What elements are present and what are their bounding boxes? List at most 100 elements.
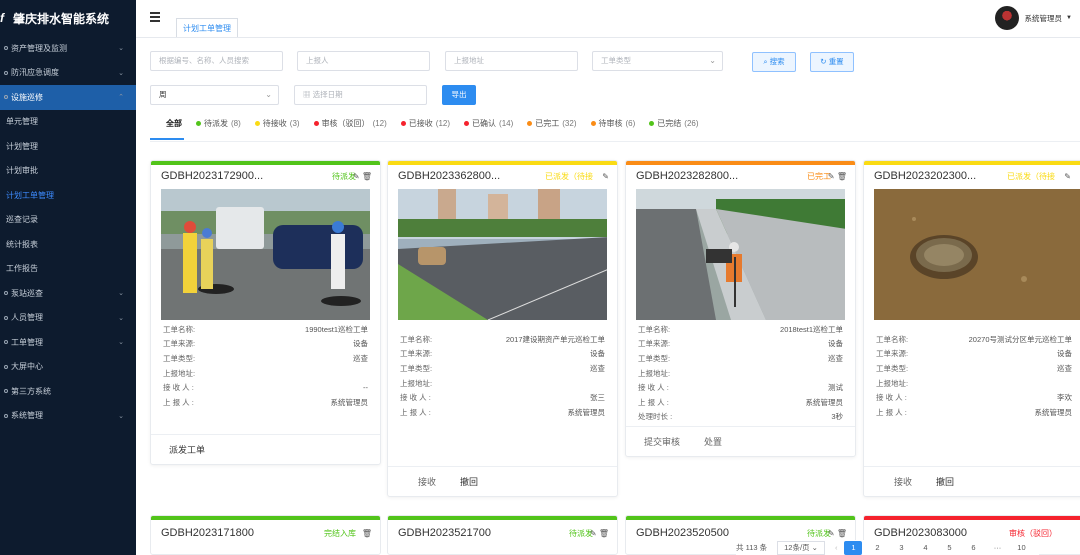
sidebar-item-label: 资产管理及监测	[11, 43, 67, 53]
receive-button[interactable]: 接收	[418, 475, 436, 488]
period-select[interactable]: 周 ⌄	[150, 85, 279, 105]
app-logo-icon: f	[0, 11, 4, 25]
status-dot-icon	[649, 120, 655, 126]
withdraw-button[interactable]: 撤回	[460, 475, 478, 488]
search-button-label: 搜索	[769, 57, 785, 66]
sidebar-item[interactable]: 计划工单管理	[0, 183, 136, 208]
chevron-down-icon: ▼	[1066, 15, 1072, 21]
type-value: 巡查	[828, 353, 843, 363]
date-picker[interactable]: ▦ 选择日期	[294, 85, 427, 105]
workorder-card[interactable]: GDBH2023172900... 待派发 ✎ 🗑 工单名称: 1990test1…	[150, 160, 381, 465]
reset-button-label: 重置	[828, 57, 844, 66]
export-button[interactable]: 导出	[442, 85, 476, 105]
status-tab-label: 待审核	[598, 118, 623, 128]
topbar: 计划工单管理 系统管理员 ▼	[136, 0, 1080, 38]
receive-button[interactable]: 接收	[894, 475, 912, 488]
page-button[interactable]: 2	[868, 541, 886, 555]
sidebar-item-label: 计划工单管理	[6, 190, 54, 200]
card-header: GDBH2023172900... 待派发 ✎ 🗑	[151, 165, 380, 187]
status-tab[interactable]: 待派发 (8)	[196, 116, 241, 130]
address-input[interactable]: 上报地址	[445, 51, 578, 71]
workorder-card[interactable]: GDBH2023362800... 已派发（待接 ✎ 工单名称: 2017建设期资…	[387, 160, 618, 497]
workorder-code: GDBH2023362800...	[398, 170, 501, 182]
page-button[interactable]: ···	[988, 541, 1006, 555]
name-value: 2017建设期资产单元巡检工单	[505, 334, 605, 344]
status-tab[interactable]: 已完工 (32)	[527, 116, 577, 130]
status-tab[interactable]: 审核（驳回） (12)	[313, 116, 387, 130]
receiver-value: 张三	[590, 393, 605, 403]
status-tab[interactable]: 待审核 (6)	[590, 116, 635, 130]
status-tab-count: (26)	[684, 118, 699, 128]
sidebar-item[interactable]: 设施巡修 ⌃	[0, 85, 136, 110]
edit-delete-icons[interactable]: ✎ 🗑	[828, 529, 847, 538]
delete-icon[interactable]: 🗑	[362, 529, 372, 538]
sidebar-item[interactable]: 第三方系统	[0, 379, 136, 404]
status-tab[interactable]: 已确认 (14)	[464, 116, 513, 130]
type-value: 巡查	[353, 353, 368, 363]
sidebar-item[interactable]: 统计报表	[0, 232, 136, 257]
sidebar-item[interactable]: 工作报告	[0, 257, 136, 282]
source-label: 工单来源:	[163, 339, 196, 349]
search-icon: ⌕	[763, 57, 768, 66]
page-button[interactable]: 3	[892, 541, 910, 555]
avatar[interactable]	[994, 6, 1019, 30]
submit-review-button[interactable]: 提交审核	[644, 435, 680, 448]
sidebar-item[interactable]: 巡查记录	[0, 208, 136, 233]
reset-button[interactable]: ↻ 重置	[810, 52, 854, 72]
tab-plan-workorder[interactable]: 计划工单管理	[176, 18, 238, 37]
type-label: 工单类型:	[876, 363, 909, 373]
sidebar-item[interactable]: 计划管理	[0, 134, 136, 159]
edit-delete-icons[interactable]: ✎ 🗑	[590, 529, 609, 538]
address-label: 上报地址:	[400, 378, 433, 388]
page-button[interactable]: 10	[1012, 541, 1030, 555]
status-tab-count: (32)	[562, 118, 577, 128]
sidebar-item[interactable]: 工单管理 ⌄	[0, 330, 136, 355]
sidebar-item-label: 防汛应急调度	[11, 68, 59, 78]
sidebar-item-label: 巡查记录	[6, 215, 38, 225]
page-button[interactable]: 4	[916, 541, 934, 555]
sidebar-item[interactable]: 泵站巡查 ⌄	[0, 281, 136, 306]
edit-icon[interactable]: ✎	[1064, 172, 1071, 181]
menu-toggle-icon[interactable]	[150, 12, 160, 24]
page-button[interactable]: 5	[940, 541, 958, 555]
menu-bullet-icon	[4, 95, 8, 100]
sidebar-item[interactable]: 资产管理及监测 ⌄	[0, 36, 136, 61]
dispatch-button[interactable]: 派发工单	[169, 443, 205, 456]
status-tab[interactable]: 待接收 (3)	[254, 116, 300, 130]
duration-label: 处理时长 :	[638, 412, 673, 422]
sidebar-item[interactable]: 单元管理	[0, 110, 136, 135]
workorder-photo	[161, 189, 370, 320]
status-tab[interactable]: 已接收 (12)	[400, 116, 450, 130]
edit-icon[interactable]: ✎	[602, 172, 609, 181]
status-tab[interactable]: 全部	[166, 116, 182, 130]
sidebar-item[interactable]: 防汛应急调度 ⌄	[0, 61, 136, 86]
address-label: 上报地址:	[638, 368, 671, 378]
workorder-type-select[interactable]: 工单类型 ⌄	[592, 51, 723, 71]
keyword-search-input[interactable]: 根据编号、名称、人员搜索	[150, 51, 283, 71]
page-size-select[interactable]: 12条/页 ⌄	[777, 540, 825, 555]
withdraw-button[interactable]: 撤回	[936, 475, 954, 488]
prev-page-icon[interactable]: ‹	[835, 543, 838, 552]
user-menu[interactable]: 系统管理员 ▼	[994, 6, 1072, 30]
sidebar-item[interactable]: 计划审批	[0, 159, 136, 184]
workorder-card[interactable]: GDBH2023521700 待派发 ✎ 🗑	[387, 515, 618, 555]
source-value: 设备	[353, 339, 368, 349]
workorder-card[interactable]: GDBH2023202300... 已派发（待接 ✎ 工单名称: 20270号测试…	[863, 160, 1080, 497]
name-label: 工单名称:	[400, 334, 433, 344]
page-button[interactable]: 6	[964, 541, 982, 555]
edit-delete-icons[interactable]: ✎ 🗑	[828, 172, 847, 181]
sidebar-item[interactable]: 系统管理 ⌄	[0, 404, 136, 429]
status-tab[interactable]: 已完结 (26)	[649, 116, 699, 130]
sidebar-item[interactable]: 人员管理 ⌄	[0, 306, 136, 331]
edit-delete-icons[interactable]: ✎ 🗑	[353, 172, 372, 181]
app-brand[interactable]: f 肇庆排水智能系统	[0, 0, 136, 36]
reporter-input[interactable]: 上报人	[297, 51, 430, 71]
name-label: 工单名称:	[638, 324, 671, 334]
workorder-card[interactable]: GDBH2023171800 完结入库 🗑	[150, 515, 381, 555]
handle-button[interactable]: 处置	[704, 435, 722, 448]
sidebar-item[interactable]: 大屏中心	[0, 355, 136, 380]
search-button[interactable]: ⌕ 搜索	[752, 52, 796, 72]
card-actions: 派发工单	[151, 434, 380, 464]
page-button[interactable]: 1	[844, 540, 863, 555]
workorder-card[interactable]: GDBH2023282800... 已完工 ✎ 🗑 工单名称: 2018test1…	[625, 160, 856, 457]
